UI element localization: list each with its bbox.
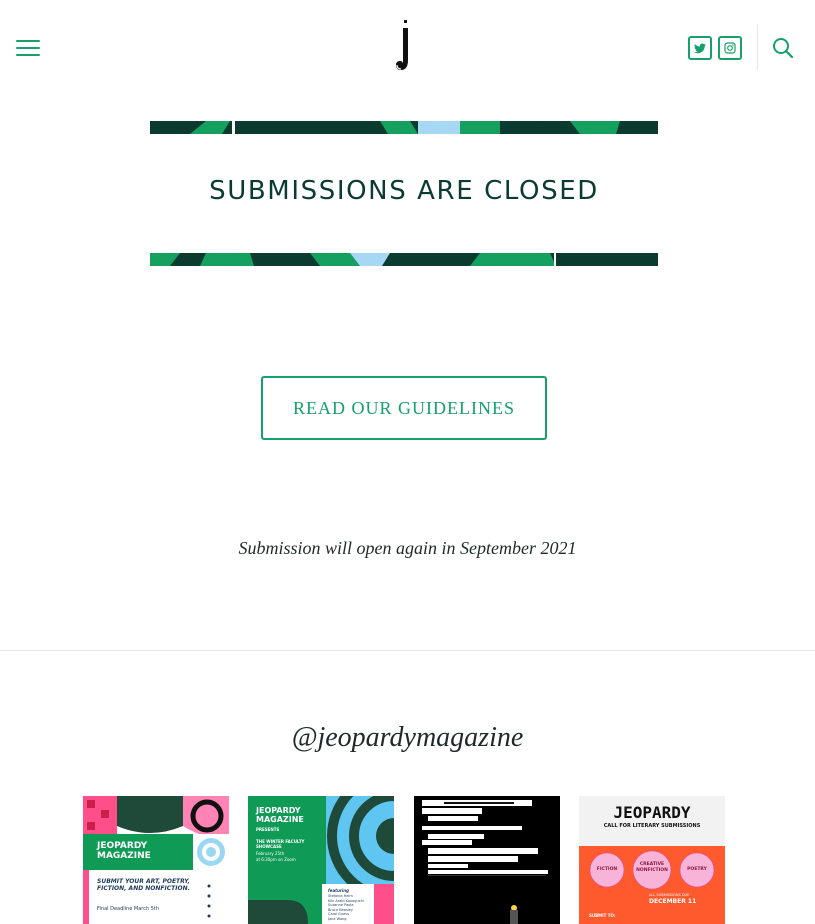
post-4-deadline-label: ALL SUBMISSIONS DUE (649, 893, 690, 897)
post-4-badge-nonfiction: CREATIVE NONFICTION (636, 862, 668, 873)
banner-bottom-pattern (150, 253, 658, 266)
post-4-badge-poetry: POETRY (687, 867, 707, 872)
post-4-footer: SUBMIT TO: (589, 913, 616, 918)
reopen-notice: Submission will open again in September … (238, 538, 577, 558)
post-2-featuring-list: Stefania Heim Kiki Arabi Kavoguchi Suzan… (328, 894, 364, 921)
post-2-title: JEOPARDY MAGAZINE (256, 806, 304, 824)
post-1-title: JEOPARDY MAGAZINE (97, 841, 151, 861)
instagram-post-2[interactable]: JEOPARDY MAGAZINE PRESENTS THE WINTER FA… (248, 796, 394, 924)
hamburger-icon[interactable] (16, 40, 40, 56)
twitter-icon[interactable] (688, 36, 712, 60)
post-4-badge-fiction: FICTION (596, 867, 618, 872)
post-4-deadline: DECEMBER 11 (649, 898, 697, 905)
post-4-title: JEOPARDY (613, 803, 691, 822)
submissions-banner: SUBMISSIONS ARE CLOSED (150, 121, 658, 266)
post-1-body: SUBMIT YOUR ART, POETRY, FICTION, AND NO… (97, 878, 190, 892)
post-2-date: February 25th (256, 851, 285, 856)
post-2-featuring-label: featuring (328, 888, 349, 893)
post-2-subtitle: PRESENTS (256, 827, 280, 832)
instagram-post-4[interactable]: JEOPARDY CALL FOR LITERARY SUBMISSIONS F… (579, 796, 725, 924)
instagram-post-3[interactable] (414, 796, 560, 924)
section-divider (0, 650, 815, 651)
jeopardy-j-logo[interactable] (393, 20, 417, 72)
instagram-post-1[interactable]: JEOPARDY MAGAZINE SUBMIT YOUR ART, POETR… (83, 796, 229, 924)
post-2-event: THE WINTER FACULTY SHOWCASE (256, 839, 305, 849)
post-2-time: at 6:30pm on Zoom (256, 857, 296, 862)
banner-top-pattern (150, 121, 658, 134)
post-1-footer: Final Deadline March 5th (97, 906, 160, 912)
instagram-icon[interactable] (718, 36, 742, 60)
instagram-handle[interactable]: @jeopardymagazine (0, 722, 815, 754)
banner-title: SUBMISSIONS ARE CLOSED (209, 176, 599, 206)
search-icon[interactable] (772, 37, 794, 59)
header-divider (757, 24, 758, 70)
read-guidelines-button[interactable]: READ OUR GUIDELINES (261, 376, 547, 440)
post-4-subtitle: CALL FOR LITERARY SUBMISSIONS (603, 823, 701, 829)
